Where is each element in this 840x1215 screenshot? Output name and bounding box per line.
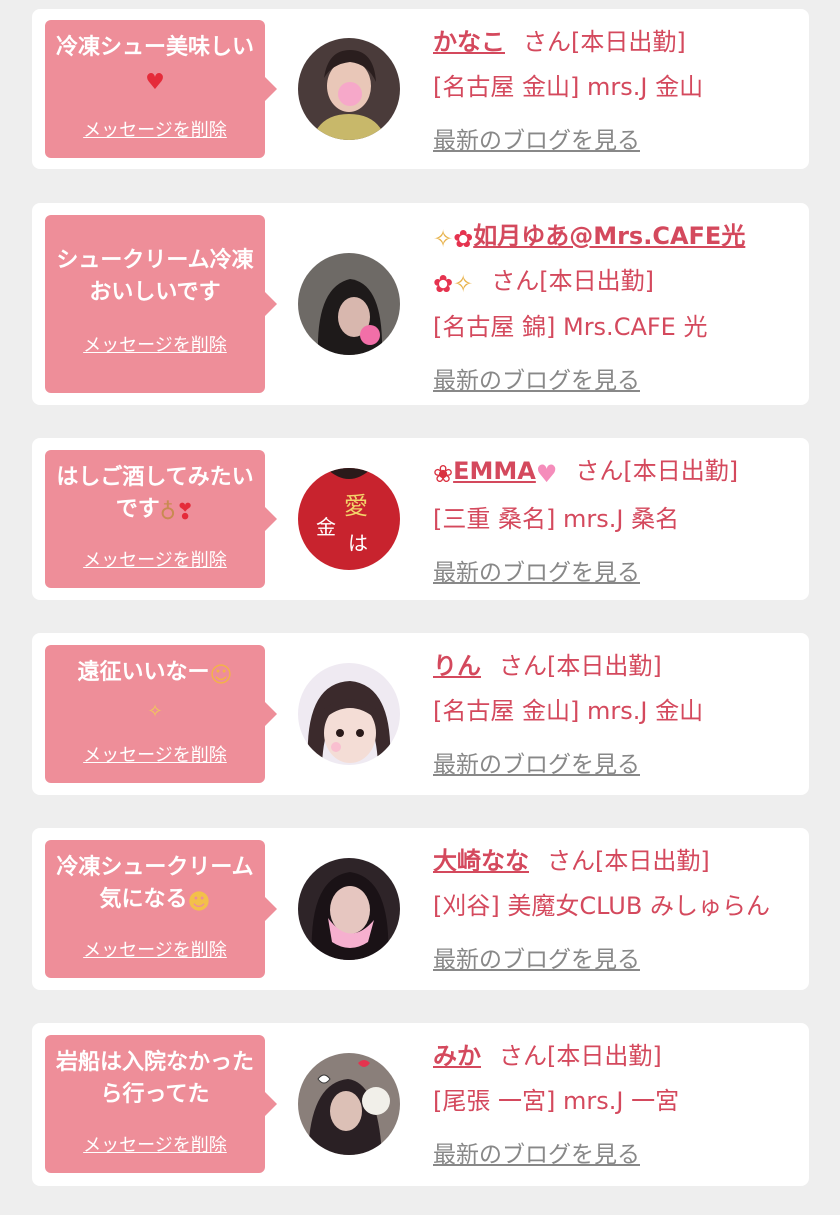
girl-info: ❀EMMA♥ さん[本日出勤] [三重 桑名] mrs.J 桑名 最新のブログを見… <box>433 450 797 594</box>
avatar[interactable] <box>298 38 400 140</box>
delete-message-button[interactable]: メッセージを削除 <box>45 1131 265 1157</box>
latest-blog-link[interactable]: 最新のブログを見る <box>433 1134 640 1176</box>
message-bubble: 冷凍シュークリーム気になる☻ メッセージを削除 <box>45 840 277 978</box>
message-text: 冷凍シュークリーム気になる☻ <box>55 852 255 919</box>
girl-name-link[interactable]: 如月ゆあ@Mrs.CAFE光 <box>473 222 745 250</box>
shop-name: [名古屋 金山] mrs.J 金山 <box>433 73 704 101</box>
drooling-face-icon: ☻ <box>187 890 211 915</box>
list-item: 遠征いいなー☺ ✧ メッセージを削除 りん さん[本日出勤] [名古屋 金山] mr… <box>32 633 809 795</box>
girl-name-link[interactable]: みか <box>433 1042 481 1070</box>
list-item: シュークリーム冷凍おいしいです メッセージを削除 ✧✿如月ゆあ@Mrs.CAFE… <box>32 203 809 405</box>
shop-name: [尾張 一宮] mrs.J 一宮 <box>433 1087 680 1115</box>
hibiscus-icon: ✿ <box>453 225 474 253</box>
girl-info: かなこ さん[本日出勤] [名古屋 金山] mrs.J 金山 最新のブログを見る <box>433 21 797 162</box>
message-text: 岩船は入院なかったら行ってた <box>55 1050 254 1107</box>
rose-icon: ❀ <box>433 460 454 488</box>
latest-blog-link[interactable]: 最新のブログを見る <box>433 552 640 594</box>
shop-name: [刈谷] 美魔女CLUB みしゅらん <box>433 892 770 920</box>
name-status: さん[本日出勤] <box>499 1042 662 1070</box>
message-bubble: 岩船は入院なかったら行ってた メッセージを削除 <box>45 1035 277 1173</box>
latest-blog-link[interactable]: 最新のブログを見る <box>433 120 640 162</box>
svg-text:は: は <box>348 531 368 555</box>
name-status: さん[本日出勤] <box>491 267 654 295</box>
girl-name-link[interactable]: EMMA <box>453 457 536 485</box>
shop-name: [名古屋 錦] Mrs.CAFE 光 <box>433 313 708 341</box>
message-text: 冷凍シュー美味しい♥ <box>55 32 255 99</box>
avatar[interactable] <box>298 663 400 765</box>
favorite-girls-list: 冷凍シュー美味しい♥ メッセージを削除 かなこ さん[本日出勤] [名古屋 金山]… <box>0 0 840 1215</box>
hearts-icon: ❣ <box>175 500 195 525</box>
delete-message-button[interactable]: メッセージを削除 <box>45 331 265 357</box>
delete-message-button[interactable]: メッセージを削除 <box>45 741 265 767</box>
girl-name-link[interactable]: りん <box>433 652 481 680</box>
latest-blog-link[interactable]: 最新のブログを見る <box>433 744 640 786</box>
girl-name-link[interactable]: かなこ <box>433 28 505 56</box>
delete-message-button[interactable]: メッセージを削除 <box>45 116 265 142</box>
avatar[interactable] <box>298 858 400 960</box>
message-bubble: シュークリーム冷凍おいしいです メッセージを削除 <box>45 215 277 393</box>
name-status: さん[本日出勤] <box>523 28 686 56</box>
message-bubble: 冷凍シュー美味しい♥ メッセージを削除 <box>45 20 277 158</box>
shop-name: [名古屋 金山] mrs.J 金山 <box>433 697 704 725</box>
name-status: さん[本日出勤] <box>575 457 739 485</box>
message-text: 遠征いいなー☺ ✧ <box>55 657 255 728</box>
girl-name-link[interactable]: 大崎なな <box>433 847 529 875</box>
list-item: 岩船は入院なかったら行ってた メッセージを削除 みか さん[本日出勤] [尾張 一… <box>32 1023 809 1186</box>
avatar[interactable] <box>298 1053 400 1155</box>
avatar[interactable] <box>298 253 400 355</box>
sake-bottle-icon: ♁ <box>159 500 176 525</box>
sparkles-icon: ✧ <box>147 701 163 722</box>
list-item: 冷凍シュー美味しい♥ メッセージを削除 かなこ さん[本日出勤] [名古屋 金山]… <box>32 9 809 169</box>
shop-name: [三重 桑名] mrs.J 桑名 <box>433 505 680 533</box>
sparkles-icon: ✧ <box>453 270 474 298</box>
heart-icon: ♥ <box>145 70 165 95</box>
list-item: 冷凍シュークリーム気になる☻ メッセージを削除 大崎なな さん[本日出勤] [刈谷… <box>32 828 809 990</box>
name-status: さん[本日出勤] <box>547 847 710 875</box>
message-bubble: はしご酒してみたいです♁❣ メッセージを削除 <box>45 450 277 588</box>
avatar[interactable]: 金 愛 は <box>298 468 400 570</box>
message-text: シュークリーム冷凍おいしいです <box>56 248 254 305</box>
svg-text:愛: 愛 <box>344 492 368 520</box>
message-bubble: 遠征いいなー☺ ✧ メッセージを削除 <box>45 645 277 783</box>
latest-blog-link[interactable]: 最新のブログを見る <box>433 360 640 402</box>
hibiscus-icon: ✿ <box>433 270 454 298</box>
pink-heart-icon: ♥ <box>535 460 558 488</box>
delete-message-button[interactable]: メッセージを削除 <box>45 546 265 572</box>
message-text: はしご酒してみたいです♁❣ <box>55 462 255 529</box>
girl-info: ✧✿如月ゆあ@Mrs.CAFE光 ✿✧ さん[本日出勤] [名古屋 錦] Mrs.… <box>433 215 797 402</box>
svg-text:金: 金 <box>316 515 336 539</box>
sparkles-icon: ✧ <box>433 225 454 253</box>
girl-info: 大崎なな さん[本日出勤] [刈谷] 美魔女CLUB みしゅらん 最新のブログを見… <box>433 840 797 981</box>
smile-icon: ☺ <box>209 663 233 688</box>
delete-message-button[interactable]: メッセージを削除 <box>45 936 265 962</box>
latest-blog-link[interactable]: 最新のブログを見る <box>433 939 640 981</box>
list-item: はしご酒してみたいです♁❣ メッセージを削除 金 愛 は ❀EMMA♥ さん[本日… <box>32 438 809 600</box>
girl-info: りん さん[本日出勤] [名古屋 金山] mrs.J 金山 最新のブログを見る <box>433 645 797 786</box>
name-status: さん[本日出勤] <box>499 652 662 680</box>
girl-info: みか さん[本日出勤] [尾張 一宮] mrs.J 一宮 最新のブログを見る <box>433 1035 797 1176</box>
